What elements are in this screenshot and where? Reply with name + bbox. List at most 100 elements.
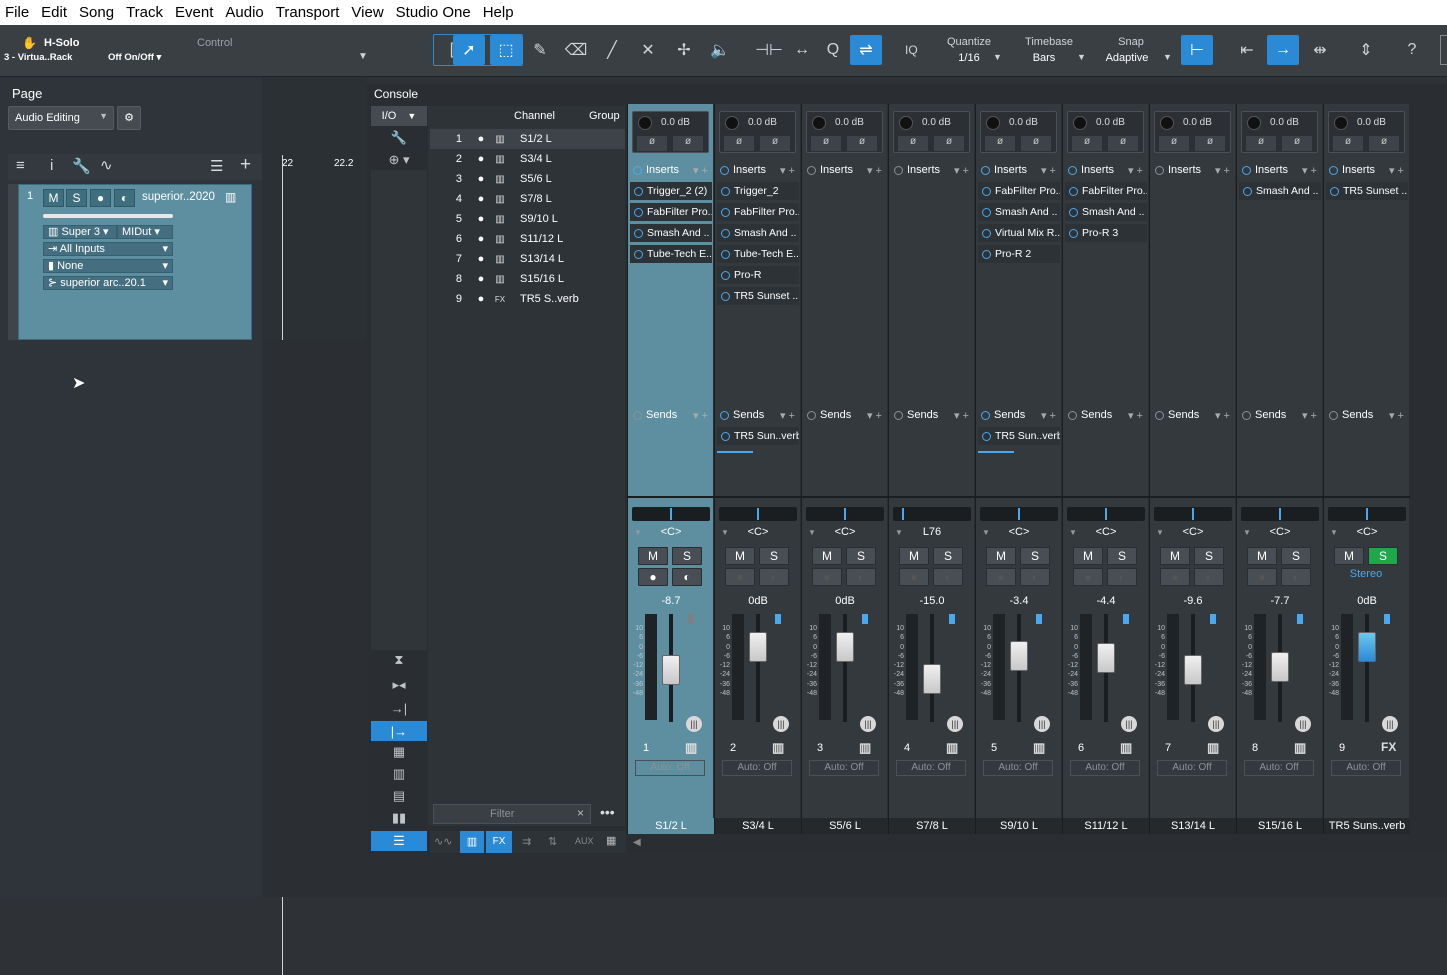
automation-mode-select[interactable]: Auto: Off	[983, 760, 1053, 776]
phase-invert-button[interactable]: ø	[1333, 136, 1363, 151]
inserts-header[interactable]: Inserts ▾ +	[978, 161, 1060, 179]
power-icon[interactable]	[634, 186, 643, 196]
menu-item-transport[interactable]: Transport	[276, 4, 340, 21]
sends-header[interactable]: Sends ▾ +	[804, 406, 886, 424]
inserts-header[interactable]: Inserts ▾ +	[891, 161, 973, 179]
fit-vertical-icon[interactable]: ⇕	[1350, 35, 1382, 65]
expand-arrow-icon[interactable]: ▼	[1243, 528, 1251, 537]
sends-header[interactable]: Sends ▾ +	[978, 406, 1060, 424]
list-icon[interactable]: ≡	[16, 157, 25, 174]
volume-value[interactable]: -8.7	[628, 595, 714, 607]
power-icon[interactable]	[1243, 186, 1252, 196]
visibility-dot-icon[interactable]: ●	[472, 233, 490, 245]
phase-invert-button[interactable]: ø	[637, 136, 667, 151]
monitor-button[interactable]: ◐	[846, 568, 876, 586]
send-level-bar[interactable]	[717, 451, 753, 453]
channel-strip[interactable]: 0.0 dB ø ø Inserts ▾ + FabFilter Pro.. Smash A…	[1062, 104, 1149, 834]
power-icon[interactable]	[1155, 410, 1164, 420]
power-icon[interactable]	[1069, 186, 1078, 196]
channel-list-row[interactable]: 4 ● ▥ S7/8 L	[430, 189, 625, 209]
insert-slot[interactable]: Smash And ..	[717, 224, 799, 242]
track-name[interactable]: superior..2020	[142, 191, 215, 203]
add-track-icon[interactable]: +	[240, 154, 251, 176]
channel-list-row[interactable]: 5 ● ▥ S9/10 L	[430, 209, 625, 229]
power-icon[interactable]	[721, 186, 730, 196]
volume-fader[interactable]	[749, 632, 767, 662]
record-arm-button[interactable]: ●	[725, 568, 755, 586]
snap-value[interactable]: Adaptive	[1096, 52, 1158, 64]
menu-item-help[interactable]: Help	[483, 4, 514, 21]
phase-invert-button[interactable]: ø	[1282, 136, 1312, 151]
menu-item-event[interactable]: Event	[175, 4, 213, 21]
insert-slot[interactable]: Smash And ..	[1065, 203, 1147, 221]
phase-invert-button[interactable]: ø	[1108, 136, 1138, 151]
channel-list-row[interactable]: 1 ● ▥ S1/2 L	[430, 129, 625, 149]
pan-slider[interactable]	[1154, 507, 1232, 521]
insert-slot[interactable]: TR5 Sunset ..	[717, 287, 799, 305]
inserts-header[interactable]: Inserts ▾ +	[630, 161, 712, 179]
meter-icon[interactable]: ▮▮	[371, 808, 427, 828]
close-icon[interactable]: ×	[577, 806, 584, 820]
channel-name-label[interactable]: TR5 Suns..verb	[1324, 818, 1410, 834]
settings-gear-icon[interactable]: ⚙	[117, 106, 141, 130]
gain-knob[interactable]	[1073, 116, 1087, 130]
phase-invert-button[interactable]: ø	[673, 136, 703, 151]
phase-invert-button[interactable]: ø	[898, 136, 928, 151]
mute-button[interactable]: M	[1073, 547, 1103, 565]
timebase-value[interactable]: Bars	[1013, 52, 1075, 64]
scroll-left-icon[interactable]: ◀	[633, 837, 641, 848]
phase-invert-button[interactable]: ø	[1021, 136, 1051, 151]
phase-invert-button[interactable]: ø	[760, 136, 790, 151]
output-view-icon[interactable]: |→	[371, 721, 427, 741]
channel-strip[interactable]: 0.0 dB ø ø Inserts ▾ + FabFilter Pro.. Smash A…	[975, 104, 1062, 834]
solo-title[interactable]: H-Solo	[44, 37, 79, 49]
expand-arrow-icon[interactable]: ▼	[982, 528, 990, 537]
insert-slot[interactable]: FabFilter Pro..	[717, 203, 799, 221]
quantize-value[interactable]: 1/16	[938, 52, 1000, 64]
wrench-icon[interactable]: 🔧	[371, 128, 427, 148]
monitor-button[interactable]: ◐	[1107, 568, 1137, 586]
power-icon[interactable]	[721, 249, 730, 259]
io-button[interactable]: I/O ▼	[371, 106, 427, 126]
monitor-button[interactable]: ◐	[1194, 568, 1224, 586]
menu-item-audio[interactable]: Audio	[225, 4, 263, 21]
insert-slot[interactable]: Trigger_2	[717, 182, 799, 200]
visibility-dot-icon[interactable]: ●	[472, 173, 490, 185]
arrange-timeline[interactable]: 22 22.2	[262, 77, 367, 975]
info-icon[interactable]: i	[50, 157, 53, 174]
listen-icon[interactable]: |||	[1382, 716, 1398, 732]
solo-button[interactable]: S	[846, 547, 876, 565]
mute-button[interactable]: M	[899, 547, 929, 565]
solo-button[interactable]: S	[1020, 547, 1050, 565]
expand-arrow-icon[interactable]: ▼	[895, 528, 903, 537]
pan-slider[interactable]	[1067, 507, 1145, 521]
aux-filter-button[interactable]: AUX	[575, 836, 594, 846]
insert-slot[interactable]: Pro-R	[717, 266, 799, 284]
gain-knob[interactable]	[638, 116, 652, 130]
solo-button[interactable]: S	[66, 189, 87, 207]
volume-fader[interactable]	[1184, 654, 1202, 685]
solo-button[interactable]: S	[672, 547, 702, 565]
mute-button[interactable]: M	[638, 547, 668, 565]
sends-header[interactable]: Sends ▾ +	[891, 406, 973, 424]
insert-slot[interactable]: FabFilter Pro..	[630, 203, 712, 221]
channel-strip[interactable]: 0.0 dB ø ø Inserts ▾ + Sends ▾ + L76 ▼ M S ● ◐ -15.0 1…	[888, 104, 975, 834]
bend-tool-icon[interactable]: ✢	[668, 35, 700, 65]
track-list-icon[interactable]: ☰	[210, 157, 223, 175]
vca-icon[interactable]: ⇅	[548, 835, 557, 848]
inserts-header[interactable]: Inserts ▾ +	[1239, 161, 1321, 179]
volume-value[interactable]: -4.4	[1063, 595, 1149, 607]
menu-item-track[interactable]: Track	[126, 4, 163, 21]
monitor-button[interactable]: ◐	[759, 568, 789, 586]
automation-mode-select[interactable]: Auto: Off	[809, 760, 879, 776]
inserts-header[interactable]: Inserts ▾ +	[1326, 161, 1408, 179]
record-arm-button[interactable]: ●	[1247, 568, 1277, 586]
control-value[interactable]: Off On/Off ▾	[108, 52, 161, 63]
power-icon[interactable]	[721, 207, 730, 217]
channel-strip[interactable]: 0.0 dB ø ø Inserts ▾ + Trigger_2 FabFilter Pro…	[714, 104, 801, 834]
power-icon[interactable]	[982, 186, 991, 196]
menu-item-studio-one[interactable]: Studio One	[396, 4, 471, 21]
pan-slider[interactable]	[1241, 507, 1319, 521]
mute-button[interactable]: M	[725, 547, 755, 565]
split-view-icon[interactable]: ⇹	[1304, 35, 1336, 65]
